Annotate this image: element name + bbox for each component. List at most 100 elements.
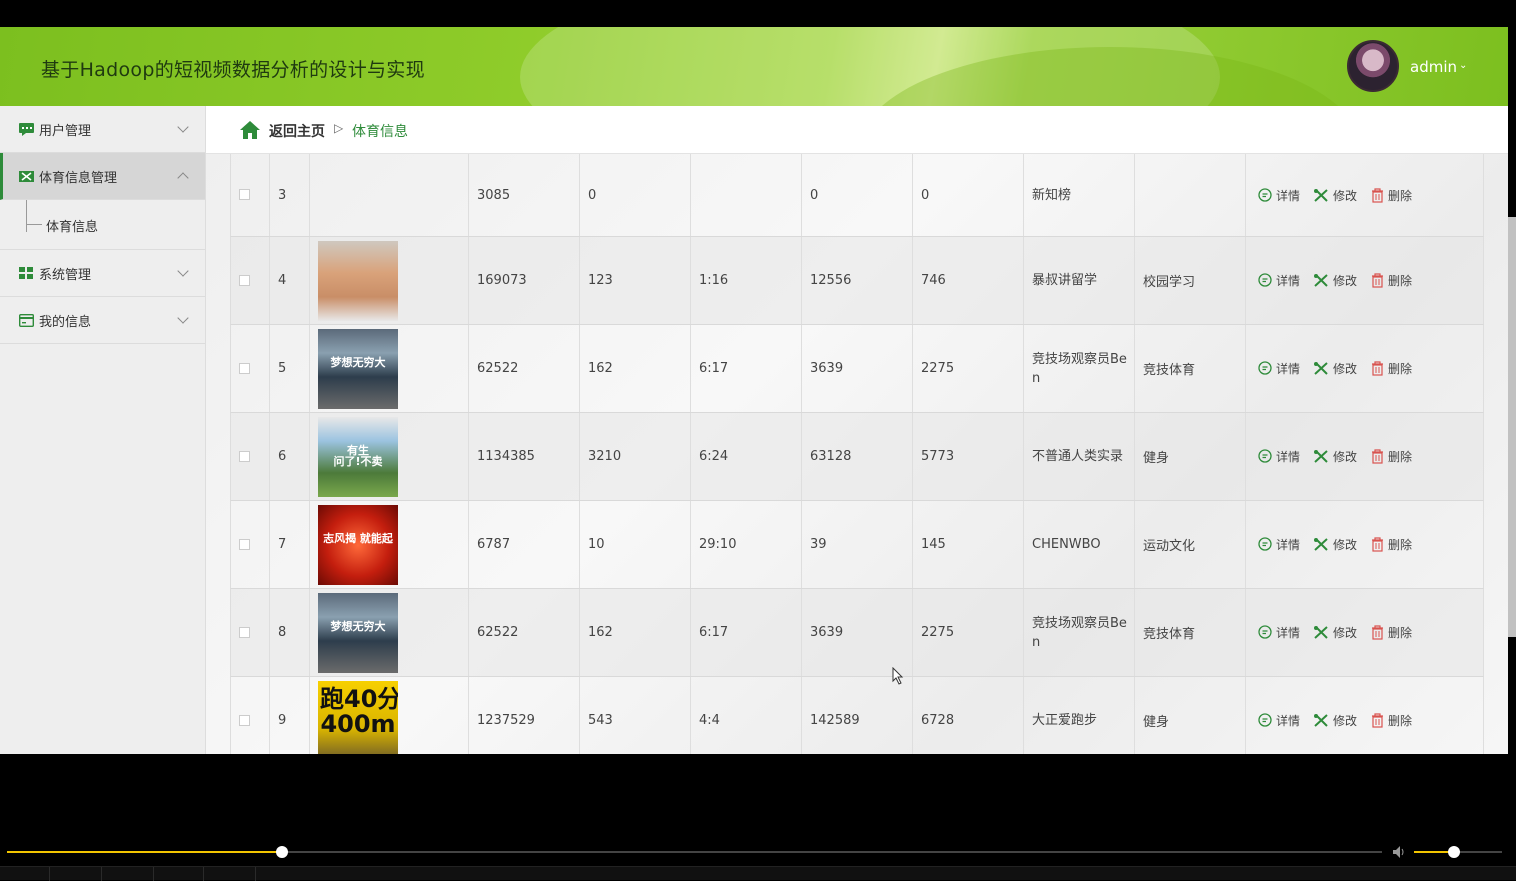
home-icon[interactable] xyxy=(239,120,261,140)
edit-button[interactable]: 修改 xyxy=(1313,536,1357,553)
detail-button[interactable]: 详情 xyxy=(1258,448,1300,465)
row-actions: 详情 修改 删除 xyxy=(1246,325,1484,412)
delete-button[interactable]: 删除 xyxy=(1370,360,1412,377)
taskbar-slot[interactable] xyxy=(154,867,204,881)
taskbar-slot[interactable] xyxy=(50,867,102,881)
row-checkbox[interactable] xyxy=(239,538,250,550)
sidebar-item-label: 我的信息 xyxy=(39,314,92,330)
edit-button[interactable]: 修改 xyxy=(1313,187,1357,204)
taskbar-slot[interactable] xyxy=(102,867,154,881)
delete-button[interactable]: 删除 xyxy=(1370,448,1412,465)
cell-text: 6:24 xyxy=(699,449,729,464)
delete-label: 删除 xyxy=(1388,362,1413,376)
row-id: 4 xyxy=(270,237,310,324)
stat-cell: 10 xyxy=(580,501,691,588)
chevron-down-icon xyxy=(177,121,189,133)
breadcrumb-current: 体育信息 xyxy=(352,124,408,140)
thumbnail-caption: 梦想无穷大 xyxy=(330,355,386,369)
delete-button[interactable]: 删除 xyxy=(1370,272,1412,289)
trash-icon xyxy=(1372,449,1384,464)
video-thumbnail[interactable]: 跑40分 400m xyxy=(318,680,398,754)
author-cell: 竞技场观察员Ben xyxy=(1024,589,1135,676)
row-checkbox[interactable] xyxy=(239,274,250,286)
wrench-icon xyxy=(1314,626,1328,639)
cell-text: 3 xyxy=(278,187,287,203)
row-checkbox[interactable] xyxy=(239,450,250,462)
sidebar-subitem-sports-info[interactable]: 体育信息 xyxy=(0,200,205,250)
delete-button[interactable]: 删除 xyxy=(1370,187,1412,204)
sidebar: 用户管理 体育信息管理 体育信息 系统管理 我的信息 xyxy=(0,106,206,754)
row-checkbox[interactable] xyxy=(239,626,250,638)
video-thumbnail[interactable] xyxy=(318,240,398,321)
cell-text: 145 xyxy=(921,537,946,552)
sidebar-item-system-management[interactable]: 系统管理 xyxy=(0,250,205,297)
detail-label: 详情 xyxy=(1276,450,1301,464)
video-thumbnail[interactable]: 志风揭 就能起 xyxy=(318,504,398,585)
sidebar-item-user-management[interactable]: 用户管理 xyxy=(0,106,205,153)
row-select-cell xyxy=(231,325,270,412)
row-actions: 详情 修改 删除 xyxy=(1246,237,1484,324)
delete-label: 删除 xyxy=(1388,626,1413,640)
cell-text: 1134385 xyxy=(477,449,535,464)
cell-text: 8 xyxy=(278,625,287,640)
row-select-cell xyxy=(231,237,270,324)
video-thumbnail[interactable]: 梦想无穷大 xyxy=(318,328,398,409)
stat-cell: 6:17 xyxy=(691,325,802,412)
table-row: 7 志风揭 就能起 6787 10 29:10 39 145 CHENWBO 运动文化 详情 修改 删… xyxy=(230,501,1484,589)
detail-button[interactable]: 详情 xyxy=(1258,624,1300,641)
breadcrumb-home-link[interactable]: 返回主页 xyxy=(269,121,325,141)
trash-icon xyxy=(1372,625,1384,640)
tree-line xyxy=(26,224,42,225)
row-checkbox[interactable] xyxy=(239,362,250,374)
stat-cell: 3210 xyxy=(580,413,691,500)
row-checkbox[interactable] xyxy=(239,714,250,726)
detail-button[interactable]: 详情 xyxy=(1258,187,1300,204)
video-thumbnail[interactable]: 梦想无穷大 xyxy=(318,592,398,673)
table-row: 6 有生 问了!不卖 1134385 3210 6:24 63128 5773 不普通人类实录… xyxy=(230,413,1484,501)
edit-button[interactable]: 修改 xyxy=(1313,712,1357,729)
delete-button[interactable]: 删除 xyxy=(1370,536,1412,553)
volume-knob[interactable] xyxy=(1447,846,1460,858)
top-header: 基于Hadoop的短视频数据分析的设计与实现 admin ⌄ xyxy=(0,27,1508,106)
edit-button[interactable]: 修改 xyxy=(1313,448,1357,465)
edit-button[interactable]: 修改 xyxy=(1313,624,1357,641)
detail-label: 详情 xyxy=(1276,538,1301,552)
delete-button[interactable]: 删除 xyxy=(1370,712,1412,729)
row-checkbox[interactable] xyxy=(239,189,250,200)
cell-text: 6728 xyxy=(921,713,955,728)
detail-button[interactable]: 详情 xyxy=(1258,272,1300,289)
thumbnail-caption: 跑40分 400m xyxy=(320,684,398,738)
taskbar-slot[interactable] xyxy=(204,867,256,881)
chevron-down-icon[interactable]: ⌄ xyxy=(1459,60,1467,71)
edit-button[interactable]: 修改 xyxy=(1313,360,1357,377)
taskbar-slot[interactable] xyxy=(0,867,50,881)
sidebar-item-sports-management[interactable]: 体育信息管理 xyxy=(0,153,205,200)
vertical-scrollbar[interactable] xyxy=(1508,217,1516,637)
search-detail-icon xyxy=(1258,713,1272,727)
category-cell: 竞技体育 xyxy=(1135,589,1246,676)
sidebar-item-my-info[interactable]: 我的信息 xyxy=(0,297,205,344)
detail-label: 详情 xyxy=(1276,362,1301,376)
user-menu-label[interactable]: admin xyxy=(1410,58,1457,76)
cell-text: 142589 xyxy=(810,713,860,728)
stat-cell: 1134385 xyxy=(469,413,580,500)
thumbnail-cell: 跑40分 400m xyxy=(310,677,469,754)
seek-bar[interactable] xyxy=(7,846,1382,858)
video-thumbnail[interactable]: 有生 问了!不卖 xyxy=(318,416,398,497)
edit-button[interactable]: 修改 xyxy=(1313,272,1357,289)
author-cell: 竞技场观察员Ben xyxy=(1024,325,1135,412)
avatar[interactable] xyxy=(1347,40,1399,92)
detail-button[interactable]: 详情 xyxy=(1258,360,1300,377)
stat-cell: 0 xyxy=(913,154,1024,236)
volume-icon[interactable] xyxy=(1392,845,1408,859)
wrench-icon xyxy=(1314,362,1328,375)
cell-text: 5773 xyxy=(921,449,955,464)
search-detail-icon xyxy=(1258,537,1272,551)
volume-slider[interactable] xyxy=(1414,846,1502,858)
detail-button[interactable]: 详情 xyxy=(1258,712,1300,729)
delete-label: 删除 xyxy=(1388,450,1413,464)
delete-button[interactable]: 删除 xyxy=(1370,624,1412,641)
detail-button[interactable]: 详情 xyxy=(1258,536,1300,553)
seek-knob[interactable] xyxy=(276,846,288,858)
detail-label: 详情 xyxy=(1276,626,1301,640)
